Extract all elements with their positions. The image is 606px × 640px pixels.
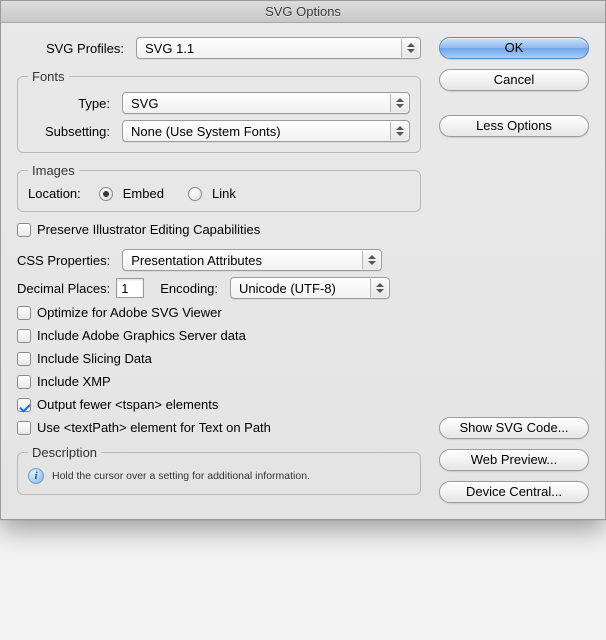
description-legend: Description [28, 445, 101, 460]
web-preview-button[interactable]: Web Preview... [439, 449, 589, 471]
dropdown-arrows-icon [390, 94, 408, 112]
embed-label: Embed [123, 186, 164, 201]
include-xmp-label: Include XMP [37, 374, 111, 389]
decimal-places-input[interactable]: 1 [116, 278, 144, 298]
image-location-link-radio[interactable] [188, 187, 202, 201]
include-xmp-checkbox[interactable] [17, 375, 31, 389]
font-subsetting-label: Subsetting: [28, 124, 116, 139]
preserve-ai-checkbox[interactable] [17, 223, 31, 237]
image-location-embed-radio[interactable] [99, 187, 113, 201]
encoding-label: Encoding: [160, 281, 218, 296]
output-tspan-checkbox[interactable] [17, 398, 31, 412]
svg-profiles-select[interactable]: SVG 1.1 [136, 37, 421, 59]
cancel-button[interactable]: Cancel [439, 69, 589, 91]
optimize-asv-label: Optimize for Adobe SVG Viewer [37, 305, 222, 320]
include-ags-checkbox[interactable] [17, 329, 31, 343]
description-hint: Hold the cursor over a setting for addit… [52, 470, 310, 482]
font-subsetting-value: None (Use System Fonts) [131, 124, 281, 139]
css-properties-select[interactable]: Presentation Attributes [122, 249, 382, 271]
description-group: Description i Hold the cursor over a set… [17, 445, 421, 495]
font-type-select[interactable]: SVG [122, 92, 410, 114]
font-type-value: SVG [131, 96, 158, 111]
optimize-asv-checkbox[interactable] [17, 306, 31, 320]
css-properties-value: Presentation Attributes [131, 253, 262, 268]
link-label: Link [212, 186, 236, 201]
use-textpath-label: Use <textPath> element for Text on Path [37, 420, 271, 435]
fonts-legend: Fonts [28, 69, 69, 84]
dropdown-arrows-icon [401, 39, 419, 57]
images-legend: Images [28, 163, 79, 178]
font-type-label: Type: [28, 96, 116, 111]
fonts-group: Fonts Type: SVG Subsetting: None (Use Sy… [17, 69, 421, 153]
image-location-label: Location: [28, 186, 81, 201]
decimal-places-value: 1 [121, 281, 128, 296]
svg-profiles-label: SVG Profiles: [17, 41, 130, 56]
include-ags-label: Include Adobe Graphics Server data [37, 328, 246, 343]
less-options-button[interactable]: Less Options [439, 115, 589, 137]
include-slicing-checkbox[interactable] [17, 352, 31, 366]
output-tspan-label: Output fewer <tspan> elements [37, 397, 218, 412]
show-svg-code-button[interactable]: Show SVG Code... [439, 417, 589, 439]
css-properties-label: CSS Properties: [17, 253, 110, 268]
decimal-places-label: Decimal Places: [17, 281, 110, 296]
info-icon: i [28, 468, 44, 484]
svg-profiles-value: SVG 1.1 [145, 41, 194, 56]
font-subsetting-select[interactable]: None (Use System Fonts) [122, 120, 410, 142]
ok-button[interactable]: OK [439, 37, 589, 59]
window-title: SVG Options [1, 1, 605, 23]
preserve-ai-label: Preserve Illustrator Editing Capabilitie… [37, 222, 260, 237]
encoding-value: Unicode (UTF-8) [239, 281, 336, 296]
include-slicing-label: Include Slicing Data [37, 351, 152, 366]
dropdown-arrows-icon [390, 122, 408, 140]
images-group: Images Location: Embed Link [17, 163, 421, 212]
device-central-button[interactable]: Device Central... [439, 481, 589, 503]
svg-options-dialog: SVG Options SVG Profiles: SVG 1.1 Fonts … [0, 0, 606, 520]
dropdown-arrows-icon [370, 279, 388, 297]
encoding-select[interactable]: Unicode (UTF-8) [230, 277, 390, 299]
dropdown-arrows-icon [362, 251, 380, 269]
use-textpath-checkbox[interactable] [17, 421, 31, 435]
